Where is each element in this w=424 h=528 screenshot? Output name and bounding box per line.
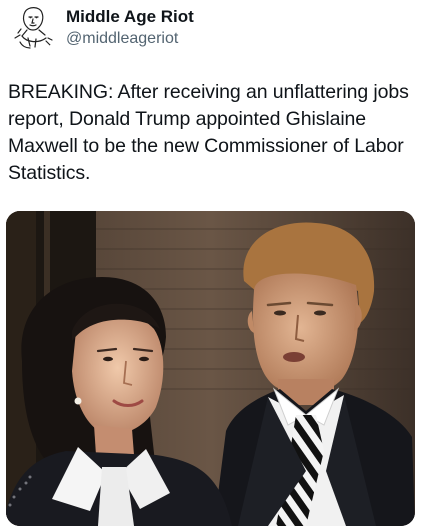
- tweet-photo[interactable]: [6, 211, 415, 526]
- handle[interactable]: @middleageriot: [66, 29, 194, 49]
- tweet-header: Middle Age Riot @middleageriot: [8, 2, 416, 52]
- photo-illustration: [6, 211, 415, 526]
- author-names: Middle Age Riot @middleageriot: [66, 6, 194, 49]
- display-name[interactable]: Middle Age Riot: [66, 6, 194, 28]
- tweet-text: BREAKING: After receiving an unflatterin…: [8, 81, 409, 184]
- avatar[interactable]: [8, 2, 58, 52]
- sketch-portrait-icon: [14, 7, 53, 49]
- tweet-card: Middle Age Riot @middleageriot BREAKING:…: [0, 0, 424, 528]
